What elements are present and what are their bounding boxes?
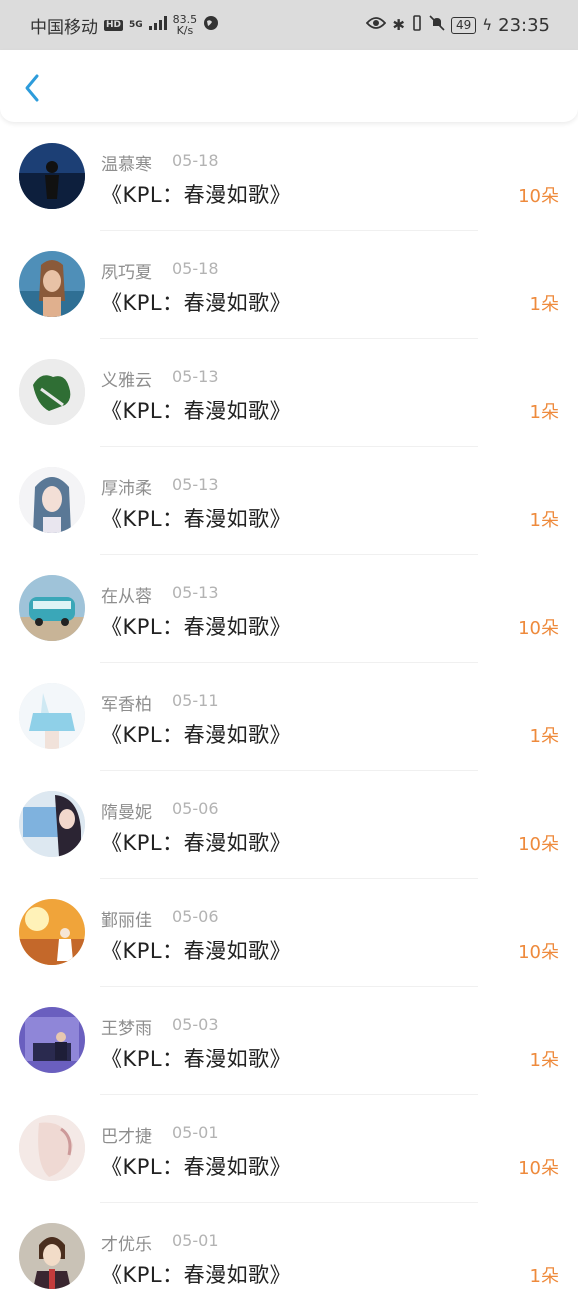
work-title: 《KPL：春漫如歌》 (101, 1047, 292, 1071)
vibrate-icon (411, 14, 423, 36)
avatar[interactable] (19, 683, 85, 749)
sender-name: 隋曼妮 (101, 803, 152, 823)
work-title: 《KPL：春漫如歌》 (101, 1155, 292, 1179)
work-title: 《KPL：春漫如歌》 (101, 507, 292, 531)
sender-name: 厚沛柔 (101, 479, 152, 499)
flower-count: 10朵 (518, 1158, 559, 1179)
list-item[interactable]: 夙巧夏 05-18 《KPL：春漫如歌》 1朵 (0, 231, 578, 339)
gift-date: 05-13 (172, 367, 219, 386)
sender-name: 鄞丽佳 (101, 911, 152, 931)
avatar[interactable] (19, 359, 85, 425)
list-item[interactable]: 巴才捷 05-01 《KPL：春漫如歌》 10朵 (0, 1095, 578, 1203)
sender-name: 王梦雨 (101, 1019, 152, 1039)
sender-name: 才优乐 (101, 1235, 152, 1255)
list-item[interactable]: 王梦雨 05-03 《KPL：春漫如歌》 1朵 (0, 987, 578, 1095)
avatar[interactable] (19, 1115, 85, 1181)
gift-record-list: 温慕寒 05-18 《KPL：春漫如歌》 10朵 夙巧夏 05-18 《KPL：… (0, 123, 578, 1311)
avatar[interactable] (19, 791, 85, 857)
status-bar-right: ✱ 49 ϟ 23:35 (366, 15, 550, 36)
sender-name: 巴才捷 (101, 1127, 152, 1147)
work-title: 《KPL：春漫如歌》 (101, 399, 292, 423)
avatar[interactable] (19, 1007, 85, 1073)
gift-date: 05-13 (172, 475, 219, 494)
chevron-left-icon (25, 74, 39, 102)
avatar[interactable] (19, 251, 85, 317)
gift-date: 05-01 (172, 1123, 219, 1142)
flower-count: 10朵 (518, 942, 559, 963)
net-speed-unit: K/s (176, 24, 194, 37)
work-title: 《KPL：春漫如歌》 (101, 1263, 292, 1287)
gift-date: 05-01 (172, 1231, 219, 1250)
sender-name: 温慕寒 (101, 155, 152, 175)
network-type: 5G (129, 19, 143, 30)
flower-count: 1朵 (529, 402, 559, 423)
work-title: 《KPL：春漫如歌》 (101, 183, 292, 207)
gift-date: 05-18 (172, 259, 219, 278)
carrier-label: 中国移动 (30, 17, 98, 38)
battery-level: 49 (450, 16, 477, 34)
mute-bell-icon (429, 14, 445, 36)
hd-badge: HD (104, 19, 124, 31)
status-bar: 中国移动 HD 5G 83.5 K/s ✱ 49 ϟ 23:35 (0, 0, 578, 50)
sender-name: 夙巧夏 (101, 263, 152, 283)
gift-date: 05-06 (172, 907, 219, 926)
gift-date: 05-18 (172, 151, 219, 170)
work-title: 《KPL：春漫如歌》 (101, 615, 292, 639)
avatar[interactable] (19, 143, 85, 209)
sender-name: 义雅云 (101, 371, 152, 391)
gift-date: 05-06 (172, 799, 219, 818)
clock: 23:35 (498, 14, 550, 36)
flower-count: 1朵 (529, 294, 559, 315)
flower-count: 1朵 (529, 1050, 559, 1071)
list-item[interactable]: 义雅云 05-13 《KPL：春漫如歌》 1朵 (0, 339, 578, 447)
flower-count: 10朵 (518, 834, 559, 855)
list-item[interactable]: 才优乐 05-01 《KPL：春漫如歌》 1朵 (0, 1203, 578, 1311)
avatar[interactable] (19, 899, 85, 965)
signal-icon (148, 15, 167, 35)
list-item[interactable]: 在从蓉 05-13 《KPL：春漫如歌》 10朵 (0, 555, 578, 663)
net-speed: 83.5 K/s (173, 14, 198, 36)
sender-name: 在从蓉 (101, 587, 152, 607)
charging-icon: ϟ (482, 16, 493, 34)
avatar[interactable] (19, 1223, 85, 1289)
flower-count: 1朵 (529, 1266, 559, 1287)
flower-count: 10朵 (518, 186, 559, 207)
avatar[interactable] (19, 575, 85, 641)
top-nav-bar (0, 50, 578, 122)
list-item[interactable]: 厚沛柔 05-13 《KPL：春漫如歌》 1朵 (0, 447, 578, 555)
work-title: 《KPL：春漫如歌》 (101, 939, 292, 963)
flower-count: 1朵 (529, 510, 559, 531)
bluetooth-icon: ✱ (392, 16, 405, 34)
gift-date: 05-11 (172, 691, 219, 710)
flower-count: 1朵 (529, 726, 559, 747)
sender-name: 军香柏 (101, 695, 152, 715)
work-title: 《KPL：春漫如歌》 (101, 723, 292, 747)
gift-date: 05-03 (172, 1015, 219, 1034)
flower-count: 10朵 (518, 618, 559, 639)
list-item[interactable]: 鄞丽佳 05-06 《KPL：春漫如歌》 10朵 (0, 879, 578, 987)
status-bar-left: 中国移动 HD 5G 83.5 K/s (30, 13, 219, 38)
work-title: 《KPL：春漫如歌》 (101, 291, 292, 315)
avatar[interactable] (19, 467, 85, 533)
globe-icon (203, 15, 219, 36)
work-title: 《KPL：春漫如歌》 (101, 831, 292, 855)
list-item[interactable]: 隋曼妮 05-06 《KPL：春漫如歌》 10朵 (0, 771, 578, 879)
list-item[interactable]: 温慕寒 05-18 《KPL：春漫如歌》 10朵 (0, 123, 578, 231)
back-button[interactable] (16, 72, 48, 104)
eye-icon (366, 15, 387, 35)
gift-date: 05-13 (172, 583, 219, 602)
list-item[interactable]: 军香柏 05-11 《KPL：春漫如歌》 1朵 (0, 663, 578, 771)
